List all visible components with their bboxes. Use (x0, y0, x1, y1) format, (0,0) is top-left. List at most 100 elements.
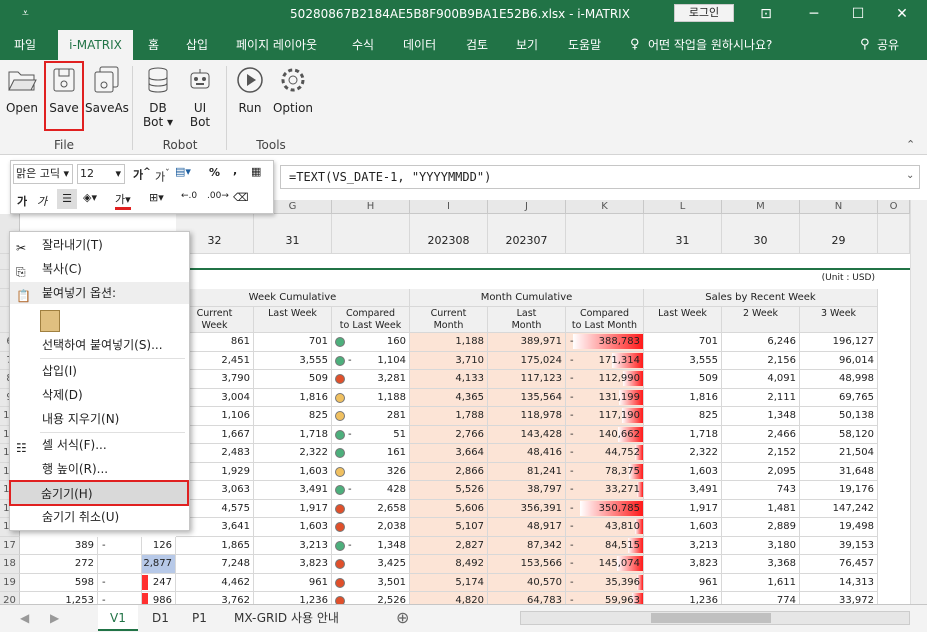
prev-sheet-icon[interactable]: ◀ (20, 611, 29, 625)
table-cell[interactable]: 1,236 (644, 592, 722, 604)
header-cell[interactable]: 31 (254, 214, 332, 254)
quick-access-icon[interactable]: ⩡ (22, 6, 29, 21)
table-cell[interactable]: 1,865 (176, 536, 254, 555)
menu-item-delete[interactable]: 삭제(D) (10, 384, 189, 406)
table-cell[interactable]: 986 (142, 592, 176, 604)
table-cell[interactable]: 3,501 (332, 573, 410, 592)
percent-icon[interactable]: % (209, 166, 220, 179)
ui-bot-button[interactable]: UI Bot (184, 64, 216, 129)
table-cell[interactable]: 87,342 (488, 536, 566, 555)
table-cell[interactable]: - 33,271 (566, 481, 644, 500)
table-cell[interactable]: 175,024 (488, 351, 566, 370)
increase-font-icon[interactable]: 가^ (133, 166, 151, 183)
table-cell[interactable]: 3,491 (254, 481, 332, 500)
table-cell[interactable]: 3,555 (254, 351, 332, 370)
header-cell[interactable]: 31 (644, 214, 722, 254)
table-cell[interactable]: 39,153 (800, 536, 878, 555)
table-cell[interactable]: - 59,963 (566, 592, 644, 604)
table-cell[interactable]: - (98, 592, 142, 604)
table-cell[interactable]: 3,281 (332, 370, 410, 389)
sub-header[interactable]: 3 Week (800, 307, 878, 333)
tab-view[interactable]: 보기 (516, 30, 538, 60)
table-cell[interactable]: 3,368 (722, 555, 800, 574)
ribbon-display-icon[interactable]: ⊡ (746, 0, 786, 30)
header-cell[interactable] (332, 214, 410, 254)
table-cell[interactable]: 76,457 (800, 555, 878, 574)
table-cell[interactable]: - 388,783 (566, 333, 644, 352)
table-cell[interactable]: - (98, 536, 142, 555)
table-cell[interactable]: - 44,752 (566, 444, 644, 463)
group-header-week[interactable]: Week Cumulative (176, 289, 410, 307)
table-cell[interactable]: 7,248 (176, 555, 254, 574)
table-cell[interactable]: - 140,662 (566, 425, 644, 444)
table-cell[interactable]: 1,348- (332, 536, 410, 555)
table-cell[interactable]: 1,188 (332, 388, 410, 407)
table-cell[interactable]: 38,797 (488, 481, 566, 500)
table-cell[interactable]: 40,570 (488, 573, 566, 592)
table-cell[interactable]: 4,133 (410, 370, 488, 389)
table-cell[interactable]: 96,014 (800, 351, 878, 370)
run-button[interactable]: Run (234, 64, 266, 115)
table-cell[interactable]: 1,718 (644, 425, 722, 444)
table-cell[interactable]: - (98, 573, 142, 592)
menu-item-unhide[interactable]: 숨기기 취소(U) (10, 506, 189, 528)
table-cell[interactable]: 1,816 (644, 388, 722, 407)
decrease-font-icon[interactable]: 가ˇ (155, 168, 170, 185)
table-cell[interactable]: 4,365 (410, 388, 488, 407)
table-cell[interactable]: - 112,990 (566, 370, 644, 389)
table-cell[interactable]: 1,917 (254, 499, 332, 518)
table-cell[interactable]: 5,107 (410, 518, 488, 537)
table-cell[interactable]: 1,788 (410, 407, 488, 426)
table-cell[interactable]: 1,481 (722, 499, 800, 518)
tell-me-box[interactable]: 어떤 작업을 원하시나요? (648, 30, 772, 60)
table-cell[interactable]: 4,462 (176, 573, 254, 592)
table-cell[interactable]: 2,152 (722, 444, 800, 463)
column-header[interactable]: L (644, 200, 722, 214)
header-cell[interactable]: 30 (722, 214, 800, 254)
table-cell[interactable]: 8,492 (410, 555, 488, 574)
decrease-decimal-icon[interactable]: .00→ (207, 191, 229, 201)
table-cell[interactable]: - 43,810 (566, 518, 644, 537)
table-cell[interactable]: 2,095 (722, 462, 800, 481)
table-cell[interactable]: 389 (20, 536, 98, 555)
sub-header[interactable]: Compared to Last Month (566, 307, 644, 333)
table-cell[interactable]: 1,236 (254, 592, 332, 604)
table-cell[interactable]: 160 (332, 333, 410, 352)
sheet-tab-p1[interactable]: P1 (180, 605, 219, 631)
table-cell[interactable]: 701 (644, 333, 722, 352)
table-cell[interactable]: 1,253 (20, 592, 98, 604)
table-cell[interactable]: 961 (644, 573, 722, 592)
table-cell[interactable]: 2,827 (410, 536, 488, 555)
header-cell[interactable] (566, 214, 644, 254)
table-cell[interactable]: 5,526 (410, 481, 488, 500)
table-cell[interactable]: 4,820 (410, 592, 488, 604)
menu-item-clear-contents[interactable]: 내용 지우기(N) (10, 408, 189, 430)
sheet-tab-d1[interactable]: D1 (140, 605, 181, 631)
table-cell[interactable]: 126 (142, 536, 176, 555)
formula-input[interactable]: =TEXT(VS_DATE-1, "YYYYMMDD") (280, 165, 920, 189)
table-cell[interactable]: 356,391 (488, 499, 566, 518)
table-cell[interactable]: 58,120 (800, 425, 878, 444)
table-cell[interactable]: 21,504 (800, 444, 878, 463)
table-cell[interactable]: 428- (332, 481, 410, 500)
borders-icon[interactable]: ⊞▾ (149, 191, 164, 204)
tab-review[interactable]: 검토 (466, 30, 488, 60)
header-cell[interactable]: 202307 (488, 214, 566, 254)
table-cell[interactable]: 3,213 (644, 536, 722, 555)
tab-page-layout[interactable]: 페이지 레이아웃 (236, 30, 317, 60)
column-header[interactable]: I (410, 200, 488, 214)
table-cell[interactable]: 774 (722, 592, 800, 604)
row-header[interactable]: 19 (0, 573, 20, 592)
font-name-box[interactable]: 맑은 고딕 ▾ (13, 164, 73, 184)
sub-header[interactable]: Last Week (254, 307, 332, 333)
row-header[interactable]: 17 (0, 536, 20, 555)
saveas-button[interactable]: SaveAs (85, 64, 129, 115)
table-cell[interactable]: 3,555 (644, 351, 722, 370)
table-cell[interactable]: 161 (332, 444, 410, 463)
sub-header[interactable]: Last Week (644, 307, 722, 333)
table-cell[interactable]: 2,322 (254, 444, 332, 463)
sub-header[interactable]: Last Month (488, 307, 566, 333)
row-header[interactable]: 18 (0, 555, 20, 574)
table-cell[interactable]: 2,322 (644, 444, 722, 463)
table-cell[interactable]: 326 (332, 462, 410, 481)
